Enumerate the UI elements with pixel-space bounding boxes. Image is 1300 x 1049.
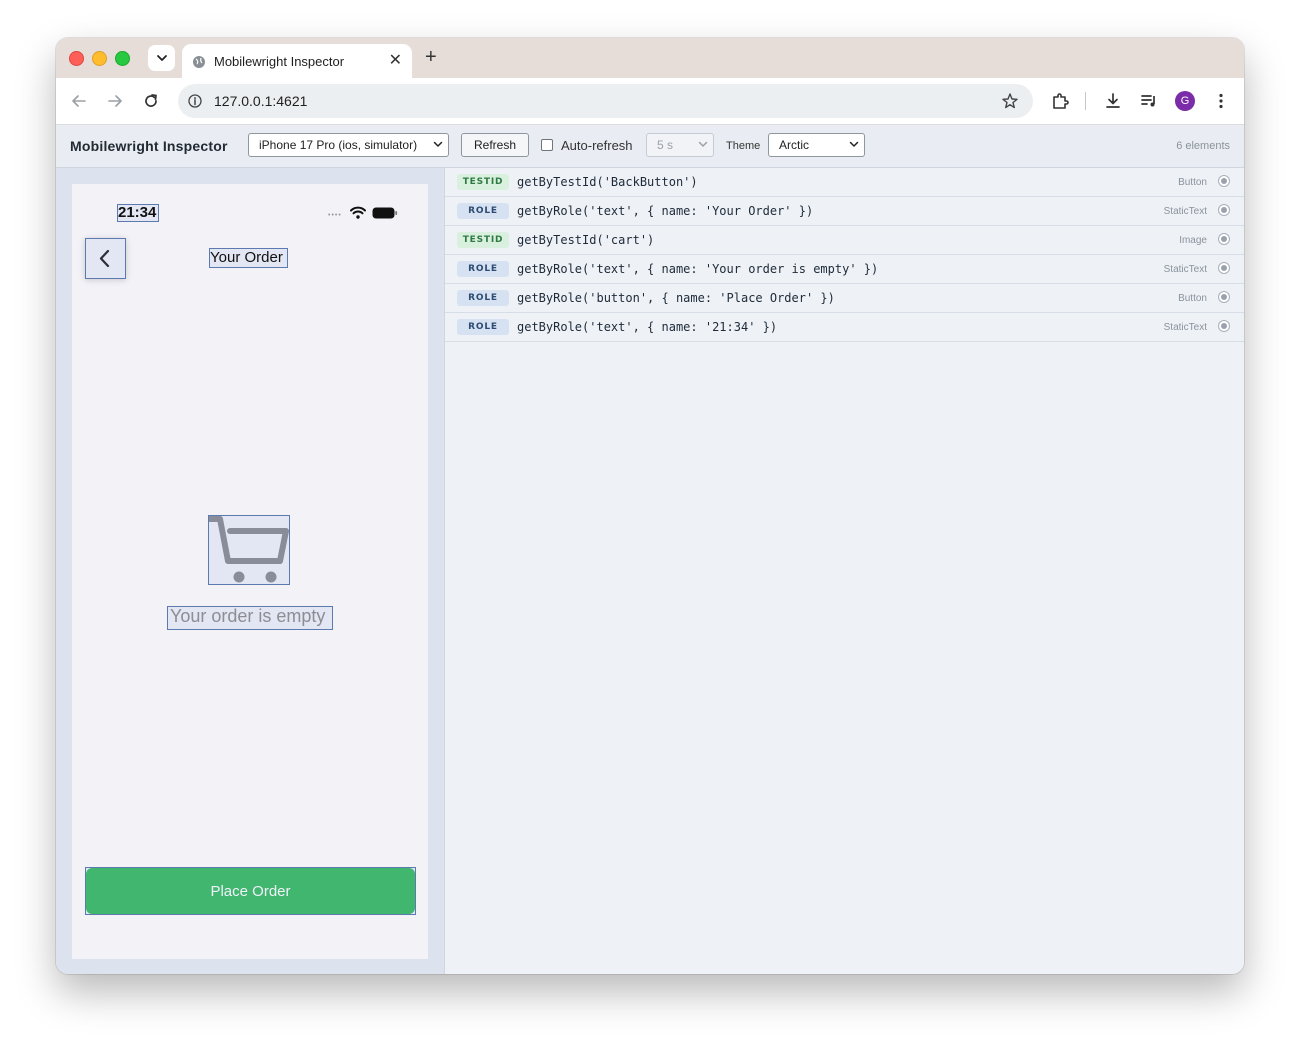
highlight-toggle-icon[interactable] — [1218, 204, 1230, 216]
locator-list: TESTID getByTestId('BackButton') Button … — [445, 168, 1244, 974]
element-type: StaticText — [1163, 322, 1207, 333]
testid-badge: TESTID — [457, 174, 509, 190]
info-icon[interactable] — [188, 94, 202, 108]
close-tab-icon[interactable]: ✕ — [389, 52, 402, 70]
inspector-toolbar: Mobilewright Inspector iPhone 17 Pro (io… — [56, 125, 1244, 168]
app-title: Mobilewright Inspector — [70, 138, 228, 154]
active-tab[interactable]: Mobilewright Inspector ✕ — [182, 44, 412, 78]
browser-toolbar: 127.0.0.1:4621 G — [56, 78, 1244, 125]
locator-text[interactable]: getByRole('text', { name: '21:34' }) — [517, 320, 777, 334]
locator-row[interactable]: TESTID getByTestId('BackButton') Button — [445, 168, 1244, 197]
close-window-button[interactable] — [69, 51, 84, 66]
theme-select[interactable]: Arctic — [768, 133, 865, 157]
highlight-toggle-icon[interactable] — [1218, 175, 1230, 187]
highlight-toggle-icon[interactable] — [1218, 262, 1230, 274]
theme-label: Theme — [726, 140, 761, 152]
browser-window: Mobilewright Inspector ✕ + 127.0.0.1:462… — [56, 38, 1244, 974]
locator-text[interactable]: getByRole('text', { name: 'Your order is… — [517, 262, 878, 276]
locator-text[interactable]: getByRole('button', { name: 'Place Order… — [517, 291, 835, 305]
media-control-icon[interactable] — [1139, 91, 1159, 111]
bookmark-star-icon[interactable] — [1001, 92, 1019, 110]
device-select-value: iPhone 17 Pro (ios, simulator) — [259, 138, 418, 152]
role-badge: ROLE — [457, 261, 509, 277]
place-order-highlight[interactable] — [85, 867, 416, 915]
download-icon[interactable] — [1103, 91, 1123, 111]
battery-icon — [372, 207, 398, 219]
profile-avatar[interactable]: G — [1175, 91, 1195, 111]
status-time: 21:34 — [118, 204, 157, 221]
highlight-toggle-icon[interactable] — [1218, 233, 1230, 245]
globe-icon — [193, 56, 205, 68]
chevron-down-icon — [698, 141, 708, 147]
auto-refresh-label: Auto-refresh — [561, 138, 633, 153]
nav-title: Your Order — [210, 249, 283, 266]
chevron-down-icon — [156, 55, 167, 61]
wifi-icon — [350, 206, 366, 219]
element-type: StaticText — [1163, 264, 1207, 275]
maximize-window-button[interactable] — [115, 51, 130, 66]
interval-select-value: 5 s — [657, 138, 674, 152]
element-type: StaticText — [1163, 206, 1207, 217]
chevron-down-icon — [849, 141, 859, 147]
locator-text[interactable]: getByTestId('BackButton') — [517, 175, 698, 189]
locator-row[interactable]: ROLE getByRole('text', { name: '21:34' }… — [445, 313, 1244, 342]
new-tab-button[interactable]: + — [425, 46, 437, 68]
extensions-puzzle-icon[interactable] — [1050, 91, 1070, 111]
locator-row[interactable]: ROLE getByRole('button', { name: 'Place … — [445, 284, 1244, 313]
forward-arrow-icon[interactable] — [106, 92, 124, 110]
back-button-highlight[interactable] — [85, 238, 126, 279]
minimize-window-button[interactable] — [92, 51, 107, 66]
highlight-toggle-icon[interactable] — [1218, 291, 1230, 303]
kebab-menu-icon[interactable] — [1211, 91, 1231, 111]
device-screen[interactable]: 21:34 •••• Your Order Your order is empt… — [72, 184, 428, 959]
tab-strip: Mobilewright Inspector ✕ + — [56, 38, 1244, 78]
role-badge: ROLE — [457, 290, 509, 306]
empty-order-text: Your order is empty — [170, 606, 326, 626]
locator-text[interactable]: getByRole('text', { name: 'Your Order' }… — [517, 204, 813, 218]
locator-row[interactable]: TESTID getByTestId('cart') Image — [445, 226, 1244, 255]
testid-badge: TESTID — [457, 232, 509, 248]
element-type: Button — [1178, 293, 1207, 304]
toolbar-separator — [1085, 92, 1086, 110]
device-preview-pane: 21:34 •••• Your Order Your order is empt… — [56, 168, 445, 974]
chevron-down-icon — [433, 141, 443, 147]
tab-search-button[interactable] — [148, 45, 175, 71]
locator-row[interactable]: ROLE getByRole('text', { name: 'Your Ord… — [445, 197, 1244, 226]
theme-select-value: Arctic — [779, 138, 809, 152]
address-bar[interactable]: 127.0.0.1:4621 — [178, 84, 1033, 118]
auto-refresh-checkbox[interactable] — [541, 139, 553, 151]
reload-icon[interactable] — [142, 92, 160, 110]
url-text: 127.0.0.1:4621 — [214, 93, 308, 109]
locator-text[interactable]: getByTestId('cart') — [517, 233, 654, 247]
element-count: 6 elements — [1176, 140, 1230, 152]
element-type: Button — [1178, 177, 1207, 188]
tab-title: Mobilewright Inspector — [214, 54, 345, 69]
cart-image-highlight[interactable] — [208, 515, 290, 585]
signal-dots-icon: •••• — [328, 212, 342, 219]
back-arrow-icon[interactable] — [70, 92, 88, 110]
locator-row[interactable]: ROLE getByRole('text', { name: 'Your ord… — [445, 255, 1244, 284]
interval-select[interactable]: 5 s — [646, 133, 714, 157]
role-badge: ROLE — [457, 319, 509, 335]
highlight-toggle-icon[interactable] — [1218, 320, 1230, 332]
device-select[interactable]: iPhone 17 Pro (ios, simulator) — [248, 133, 449, 157]
refresh-button[interactable]: Refresh — [461, 133, 529, 157]
element-type: Image — [1179, 235, 1207, 246]
role-badge: ROLE — [457, 203, 509, 219]
